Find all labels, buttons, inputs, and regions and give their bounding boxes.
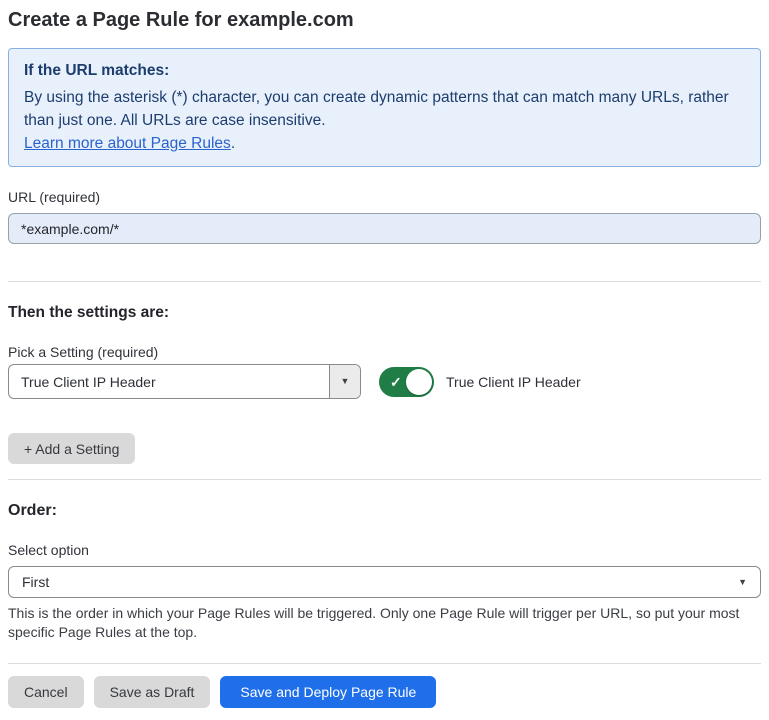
save-as-draft-button[interactable]: Save as Draft xyxy=(94,676,211,708)
link-suffix: . xyxy=(231,135,235,152)
order-heading: Order: xyxy=(8,501,761,520)
footer-actions: Cancel Save as Draft Save and Deploy Pag… xyxy=(8,676,761,708)
setting-select[interactable]: True Client IP Header ▼ xyxy=(8,364,361,399)
chevron-down-icon: ▼ xyxy=(738,578,747,587)
section-divider xyxy=(8,281,761,282)
section-divider xyxy=(8,479,761,480)
setting-toggle-label: True Client IP Header xyxy=(446,374,581,390)
settings-heading: Then the settings are: xyxy=(8,303,761,322)
url-match-info-box: If the URL matches: By using the asteris… xyxy=(8,48,761,167)
setting-picker-label: Pick a Setting (required) xyxy=(8,344,761,361)
toggle-knob xyxy=(406,369,432,395)
url-input[interactable] xyxy=(8,213,761,244)
info-box-link-line: Learn more about Page Rules. xyxy=(24,132,745,155)
info-box-body: By using the asterisk (*) character, you… xyxy=(24,86,745,132)
check-icon: ✓ xyxy=(390,375,402,389)
order-help-text: This is the order in which your Page Rul… xyxy=(8,604,761,642)
order-select[interactable]: First ▼ xyxy=(8,566,761,598)
order-select-label: Select option xyxy=(8,542,761,559)
url-label: URL (required) xyxy=(8,189,761,206)
setting-select-arrow-button[interactable]: ▼ xyxy=(329,365,360,398)
learn-more-link[interactable]: Learn more about Page Rules xyxy=(24,135,231,152)
setting-select-value: True Client IP Header xyxy=(9,365,329,398)
cancel-button[interactable]: Cancel xyxy=(8,676,84,708)
order-select-value: First xyxy=(22,574,738,590)
setting-row: True Client IP Header ▼ ✓ True Client IP… xyxy=(8,364,761,399)
info-box-heading: If the URL matches: xyxy=(24,59,745,82)
save-and-deploy-button[interactable]: Save and Deploy Page Rule xyxy=(220,676,436,708)
footer-divider xyxy=(8,663,761,664)
page-container: Create a Page Rule for example.com If th… xyxy=(0,0,769,720)
page-title: Create a Page Rule for example.com xyxy=(8,6,761,34)
chevron-down-icon: ▼ xyxy=(341,377,350,386)
add-setting-button[interactable]: + Add a Setting xyxy=(8,433,135,464)
setting-toggle[interactable]: ✓ xyxy=(379,367,434,397)
